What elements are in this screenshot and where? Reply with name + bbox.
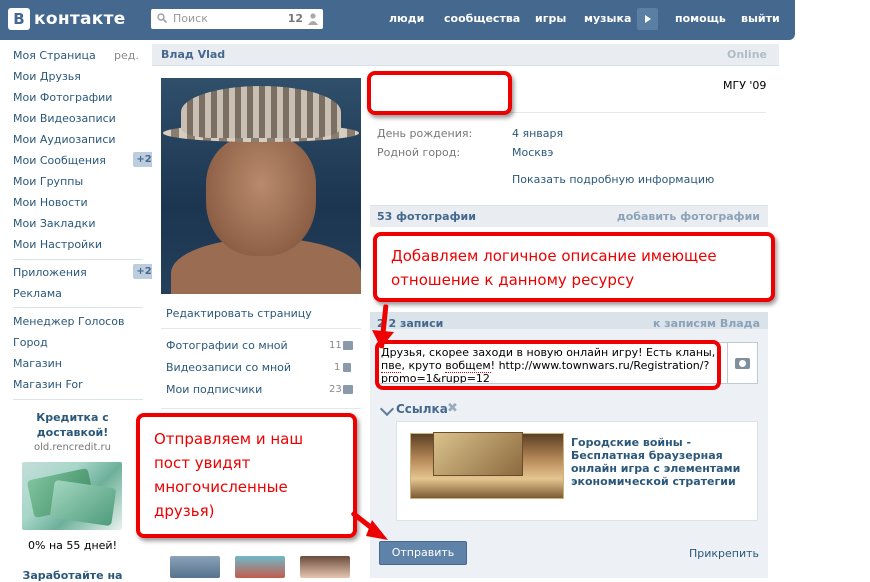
- camera-icon: [343, 341, 353, 350]
- film-icon: [343, 363, 351, 372]
- sidebar-item-ads[interactable]: Реклама: [13, 287, 62, 300]
- online-status: Online: [726, 48, 767, 61]
- friend-avatar[interactable]: [235, 556, 285, 578]
- send-button[interactable]: Отправить: [379, 541, 467, 565]
- sidebar-item-apps[interactable]: Приложения: [13, 266, 87, 279]
- videos-with-me-link[interactable]: Видеозаписи со мной: [166, 361, 291, 374]
- link-icon: [379, 401, 395, 417]
- sidebar-item-city[interactable]: Город: [13, 336, 48, 349]
- add-photos-link[interactable]: добавить фотографии: [617, 210, 760, 223]
- show-details-link[interactable]: Показать подробную информацию: [512, 173, 714, 186]
- sidebar-edit-link[interactable]: ред.: [114, 49, 139, 62]
- friend-avatar[interactable]: [300, 556, 350, 578]
- top-header: В контакте Поиск 12 люди сообщества игры…: [0, 0, 795, 40]
- videos-with-me-count: 1: [334, 362, 341, 373]
- attach-photo-button[interactable]: [728, 342, 758, 384]
- link-preview-card[interactable]: Городские войны - Бесплатная браузерная …: [396, 421, 758, 521]
- hometown-value[interactable]: Москвэ: [512, 146, 553, 159]
- divider: [161, 408, 361, 409]
- friend-avatar[interactable]: [170, 556, 220, 578]
- annotation-top: Добавляем логичное описание имеющее отно…: [373, 232, 775, 302]
- ad-title[interactable]: Кредитка с доставкой!: [10, 410, 135, 440]
- sidebar-item-my-page[interactable]: Моя Страница: [13, 49, 96, 62]
- sidebar-divider: [13, 259, 143, 260]
- link-preview-image-detail: [433, 432, 523, 476]
- search-input[interactable]: Поиск: [173, 12, 208, 25]
- profile-header-bar: Влад Vlad Online: [152, 44, 779, 66]
- birthday-label: День рождения:: [377, 127, 473, 140]
- sidebar-item-photos[interactable]: Мои Фотографии: [13, 91, 112, 104]
- remove-link-icon[interactable]: ✖: [447, 401, 458, 416]
- photos-with-me-count: 11: [329, 340, 342, 351]
- university-year[interactable]: МГУ '09: [723, 79, 766, 92]
- user-icon: [308, 13, 318, 25]
- sidebar-item-audio[interactable]: Мои Аудиозаписи: [13, 133, 116, 146]
- edit-page-link[interactable]: Редактировать страницу: [166, 307, 312, 320]
- followers-count: 23: [329, 384, 342, 395]
- followers-icon: [343, 385, 353, 394]
- profile-right-column: МГУ '09 День рождения: 4 января Родной г…: [370, 66, 768, 578]
- profile-name: Влад Vlad: [161, 48, 226, 61]
- nav-music[interactable]: музыка: [584, 12, 631, 25]
- sidebar-item-friends[interactable]: Мои Друзья: [13, 70, 81, 83]
- sidebar-item-groups[interactable]: Мои Группы: [13, 175, 83, 188]
- birthday-value[interactable]: 4 января: [512, 127, 563, 140]
- photo-face: [206, 136, 316, 256]
- annotation-bottom: Отправляем и наш пост увидят многочислен…: [136, 413, 357, 538]
- nav-help[interactable]: помощь: [675, 12, 726, 25]
- sidebar-divider: [13, 307, 143, 308]
- search-icon: [157, 13, 167, 23]
- sidebar-item-videos[interactable]: Мои Видеозаписи: [13, 112, 116, 125]
- photos-count-link[interactable]: 53 фотографии: [377, 210, 476, 223]
- name-redaction-box: [367, 71, 512, 115]
- search-count: 12: [287, 12, 303, 25]
- annotation-top-text: Добавляем логичное описание имеющее отно…: [391, 247, 717, 289]
- sidebar-item-news[interactable]: Мои Новости: [13, 196, 88, 209]
- play-icon: [645, 15, 651, 23]
- link-label: Ссылка: [396, 402, 448, 416]
- vk-logo-mark: В: [8, 8, 30, 30]
- attach-link[interactable]: Прикрепить: [689, 547, 759, 560]
- sidebar-item-messages[interactable]: Мои Сообщения: [13, 154, 106, 167]
- arrow-head-icon: [372, 330, 394, 348]
- nav-people[interactable]: люди: [389, 12, 424, 25]
- my-followers-link[interactable]: Мои подписчики: [166, 383, 262, 396]
- sidebar-item-bookmarks[interactable]: Мои Закладки: [13, 217, 95, 230]
- photo-hat: [181, 86, 341, 138]
- nav-logout[interactable]: выйти: [741, 12, 780, 25]
- hometown-label: Родной город:: [377, 146, 461, 159]
- nav-games[interactable]: игры: [535, 12, 566, 25]
- sidebar-item-votes-manager[interactable]: Менеджер Голосов: [13, 315, 124, 328]
- link-preview-title[interactable]: Городские войны - Бесплатная браузерная …: [571, 436, 751, 488]
- nav-communities[interactable]: сообщества: [444, 12, 520, 25]
- photos-with-me-link[interactable]: Фотографии со мной: [166, 339, 288, 352]
- ad-domain: old.rencredit.ru: [33, 442, 112, 453]
- vk-logo-text: контакте: [34, 9, 126, 29]
- arrow-head-icon: [366, 520, 388, 540]
- divider: [161, 328, 361, 329]
- sidebar-divider: [13, 399, 143, 400]
- ad-text: 0% на 55 дней!: [28, 539, 117, 552]
- sidebar-item-shop[interactable]: Магазин: [13, 357, 62, 370]
- search-box[interactable]: Поиск 12: [151, 9, 323, 29]
- profile-photo[interactable]: [161, 78, 361, 294]
- vk-logo[interactable]: В контакте: [8, 8, 126, 30]
- sidebar-item-settings[interactable]: Мои Настройки: [13, 238, 102, 251]
- music-play-button[interactable]: [637, 8, 658, 30]
- ad-next-title[interactable]: Заработайте на: [10, 569, 135, 582]
- photos-section-header: 53 фотографии добавить фотографии: [370, 205, 768, 227]
- camera-lens: [739, 360, 746, 367]
- sidebar-ad[interactable]: Кредитка с доставкой! old.rencredit.ru 0…: [10, 404, 135, 582]
- textarea-highlight-box: [375, 340, 721, 390]
- sidebar-item-shop-for[interactable]: Магазин For: [13, 378, 83, 391]
- annotation-bottom-text: Отправляем и наш пост увидят многочислен…: [154, 430, 304, 520]
